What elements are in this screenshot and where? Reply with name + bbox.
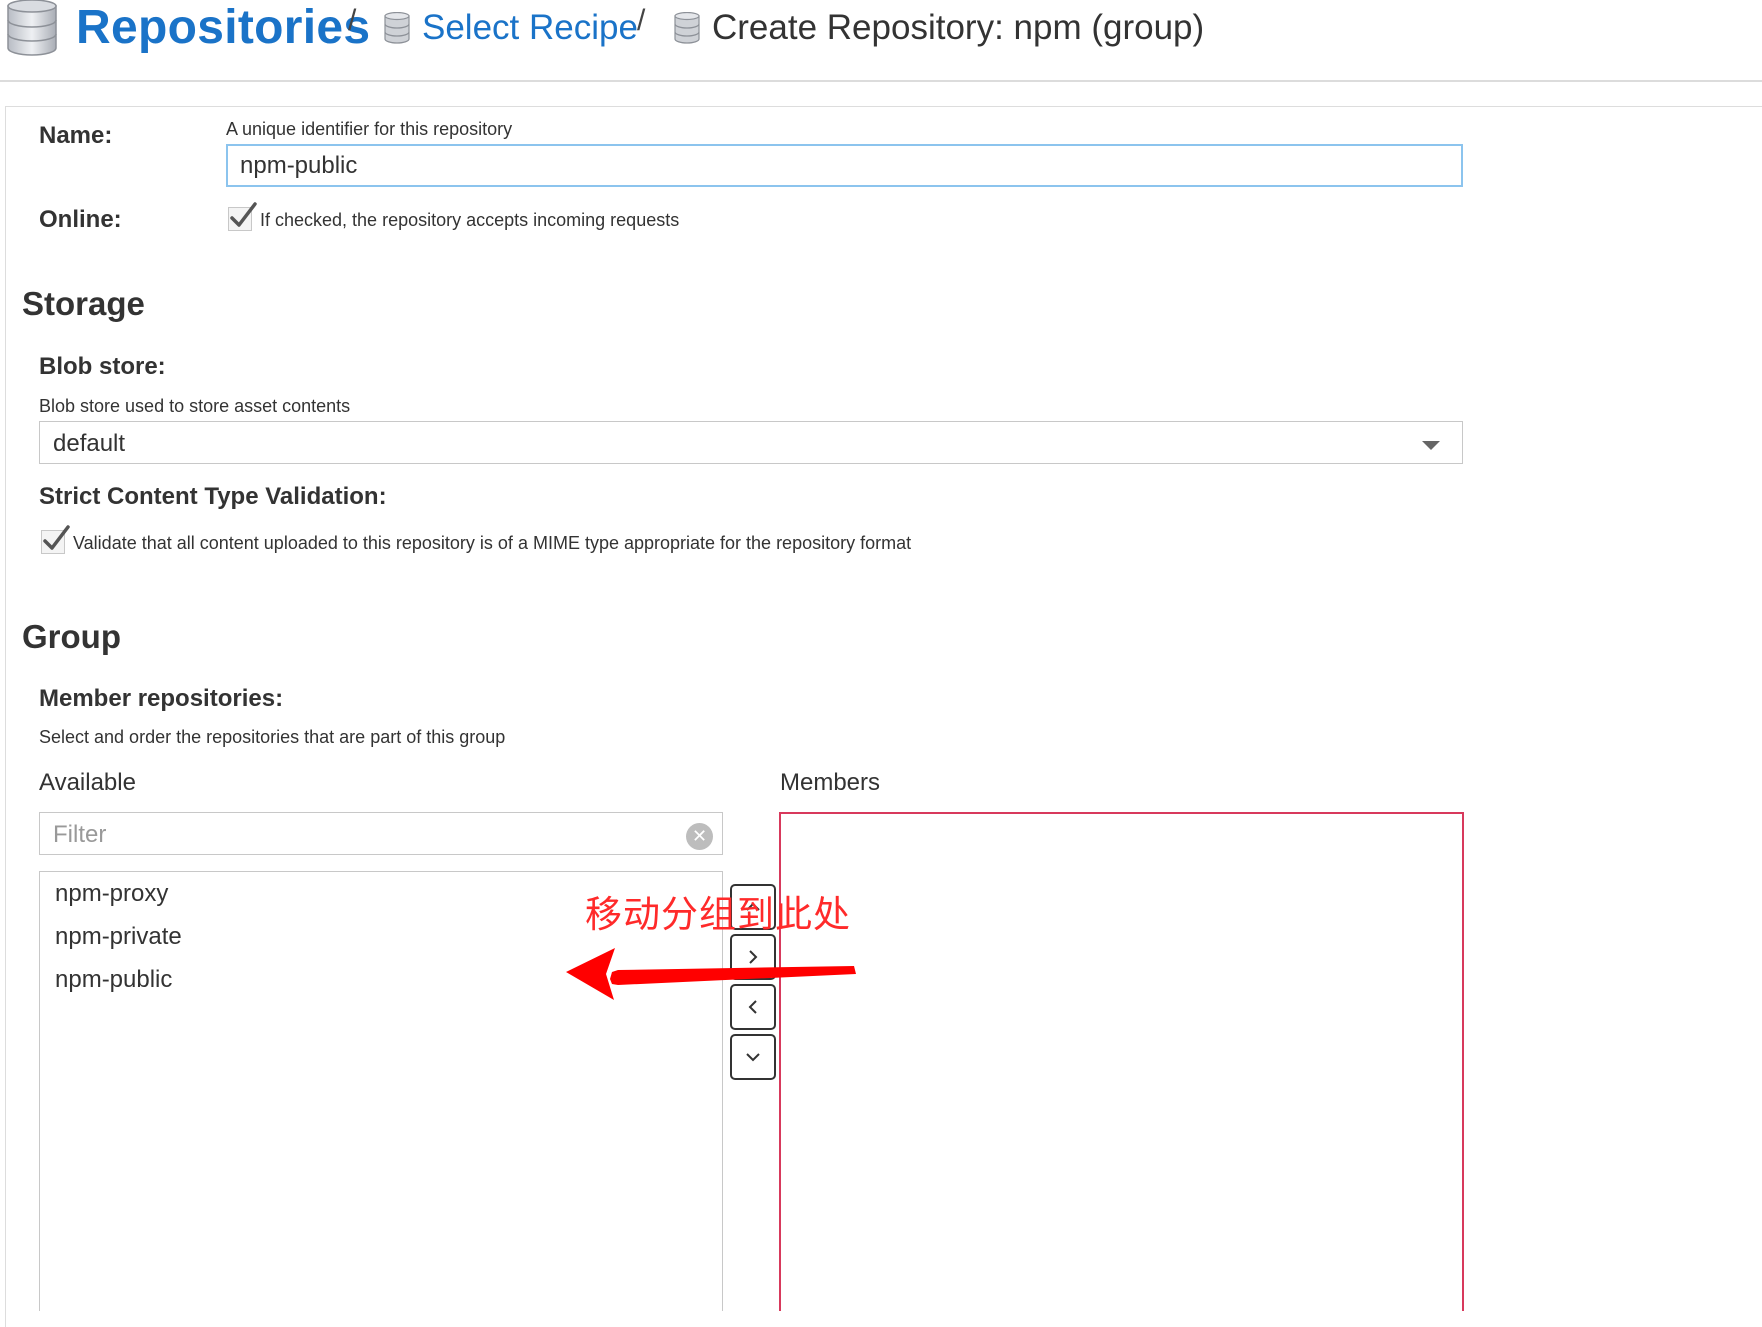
- annotation-text: 移动分组到此处: [585, 893, 851, 936]
- member-repositories-help: Select and order the repositories that a…: [39, 727, 506, 747]
- online-help: If checked, the repository accepts incom…: [260, 210, 680, 230]
- page-title: Create Repository: npm (group): [712, 8, 1205, 47]
- name-field[interactable]: [226, 144, 1463, 187]
- database-icon: [674, 12, 700, 44]
- breadcrumb-repositories[interactable]: Repositories: [76, 0, 370, 55]
- name-help: A unique identifier for this repository: [226, 119, 513, 139]
- online-label: Online:: [39, 206, 122, 233]
- list-item[interactable]: npm-public: [55, 966, 172, 994]
- database-icon: [384, 12, 410, 44]
- members-label: Members: [780, 769, 881, 796]
- breadcrumb-separator: /: [348, 4, 357, 37]
- chevron-down-icon: [746, 1053, 760, 1062]
- member-repositories-label: Member repositories:: [39, 685, 284, 712]
- strict-validation-help: Validate that all content uploaded to th…: [73, 533, 912, 553]
- chevron-down-icon: [1422, 441, 1440, 450]
- strict-validation-checkbox[interactable]: [41, 525, 70, 554]
- members-list[interactable]: [779, 812, 1464, 1311]
- strict-validation-label: Strict Content Type Validation:: [39, 483, 387, 510]
- online-checkbox[interactable]: [228, 202, 257, 231]
- filter-placeholder: Filter: [53, 821, 107, 848]
- storage-heading: Storage: [22, 285, 145, 322]
- checkmark-icon: [43, 525, 70, 550]
- move-down-button[interactable]: [730, 1034, 776, 1080]
- red-arrow-icon: [566, 948, 856, 1000]
- page-header: Repositories / Select Recipe / Create Re…: [0, 0, 1762, 82]
- group-heading: Group: [22, 618, 121, 655]
- name-label: Name:: [39, 122, 113, 149]
- list-item[interactable]: npm-private: [55, 923, 182, 951]
- blob-store-value: default: [53, 430, 126, 457]
- breadcrumb-separator: /: [637, 4, 646, 37]
- list-item[interactable]: npm-proxy: [55, 880, 168, 908]
- filter-input[interactable]: Filter ✕: [39, 812, 723, 855]
- blob-store-help: Blob store used to store asset contents: [39, 396, 351, 416]
- available-label: Available: [39, 769, 136, 796]
- database-icon: [7, 0, 57, 56]
- blob-store-label: Blob store:: [39, 353, 166, 380]
- clear-filter-icon[interactable]: ✕: [686, 823, 713, 850]
- blob-store-select[interactable]: default: [39, 421, 1463, 464]
- breadcrumb-select-recipe[interactable]: Select Recipe: [422, 8, 638, 48]
- checkmark-icon: [230, 202, 257, 227]
